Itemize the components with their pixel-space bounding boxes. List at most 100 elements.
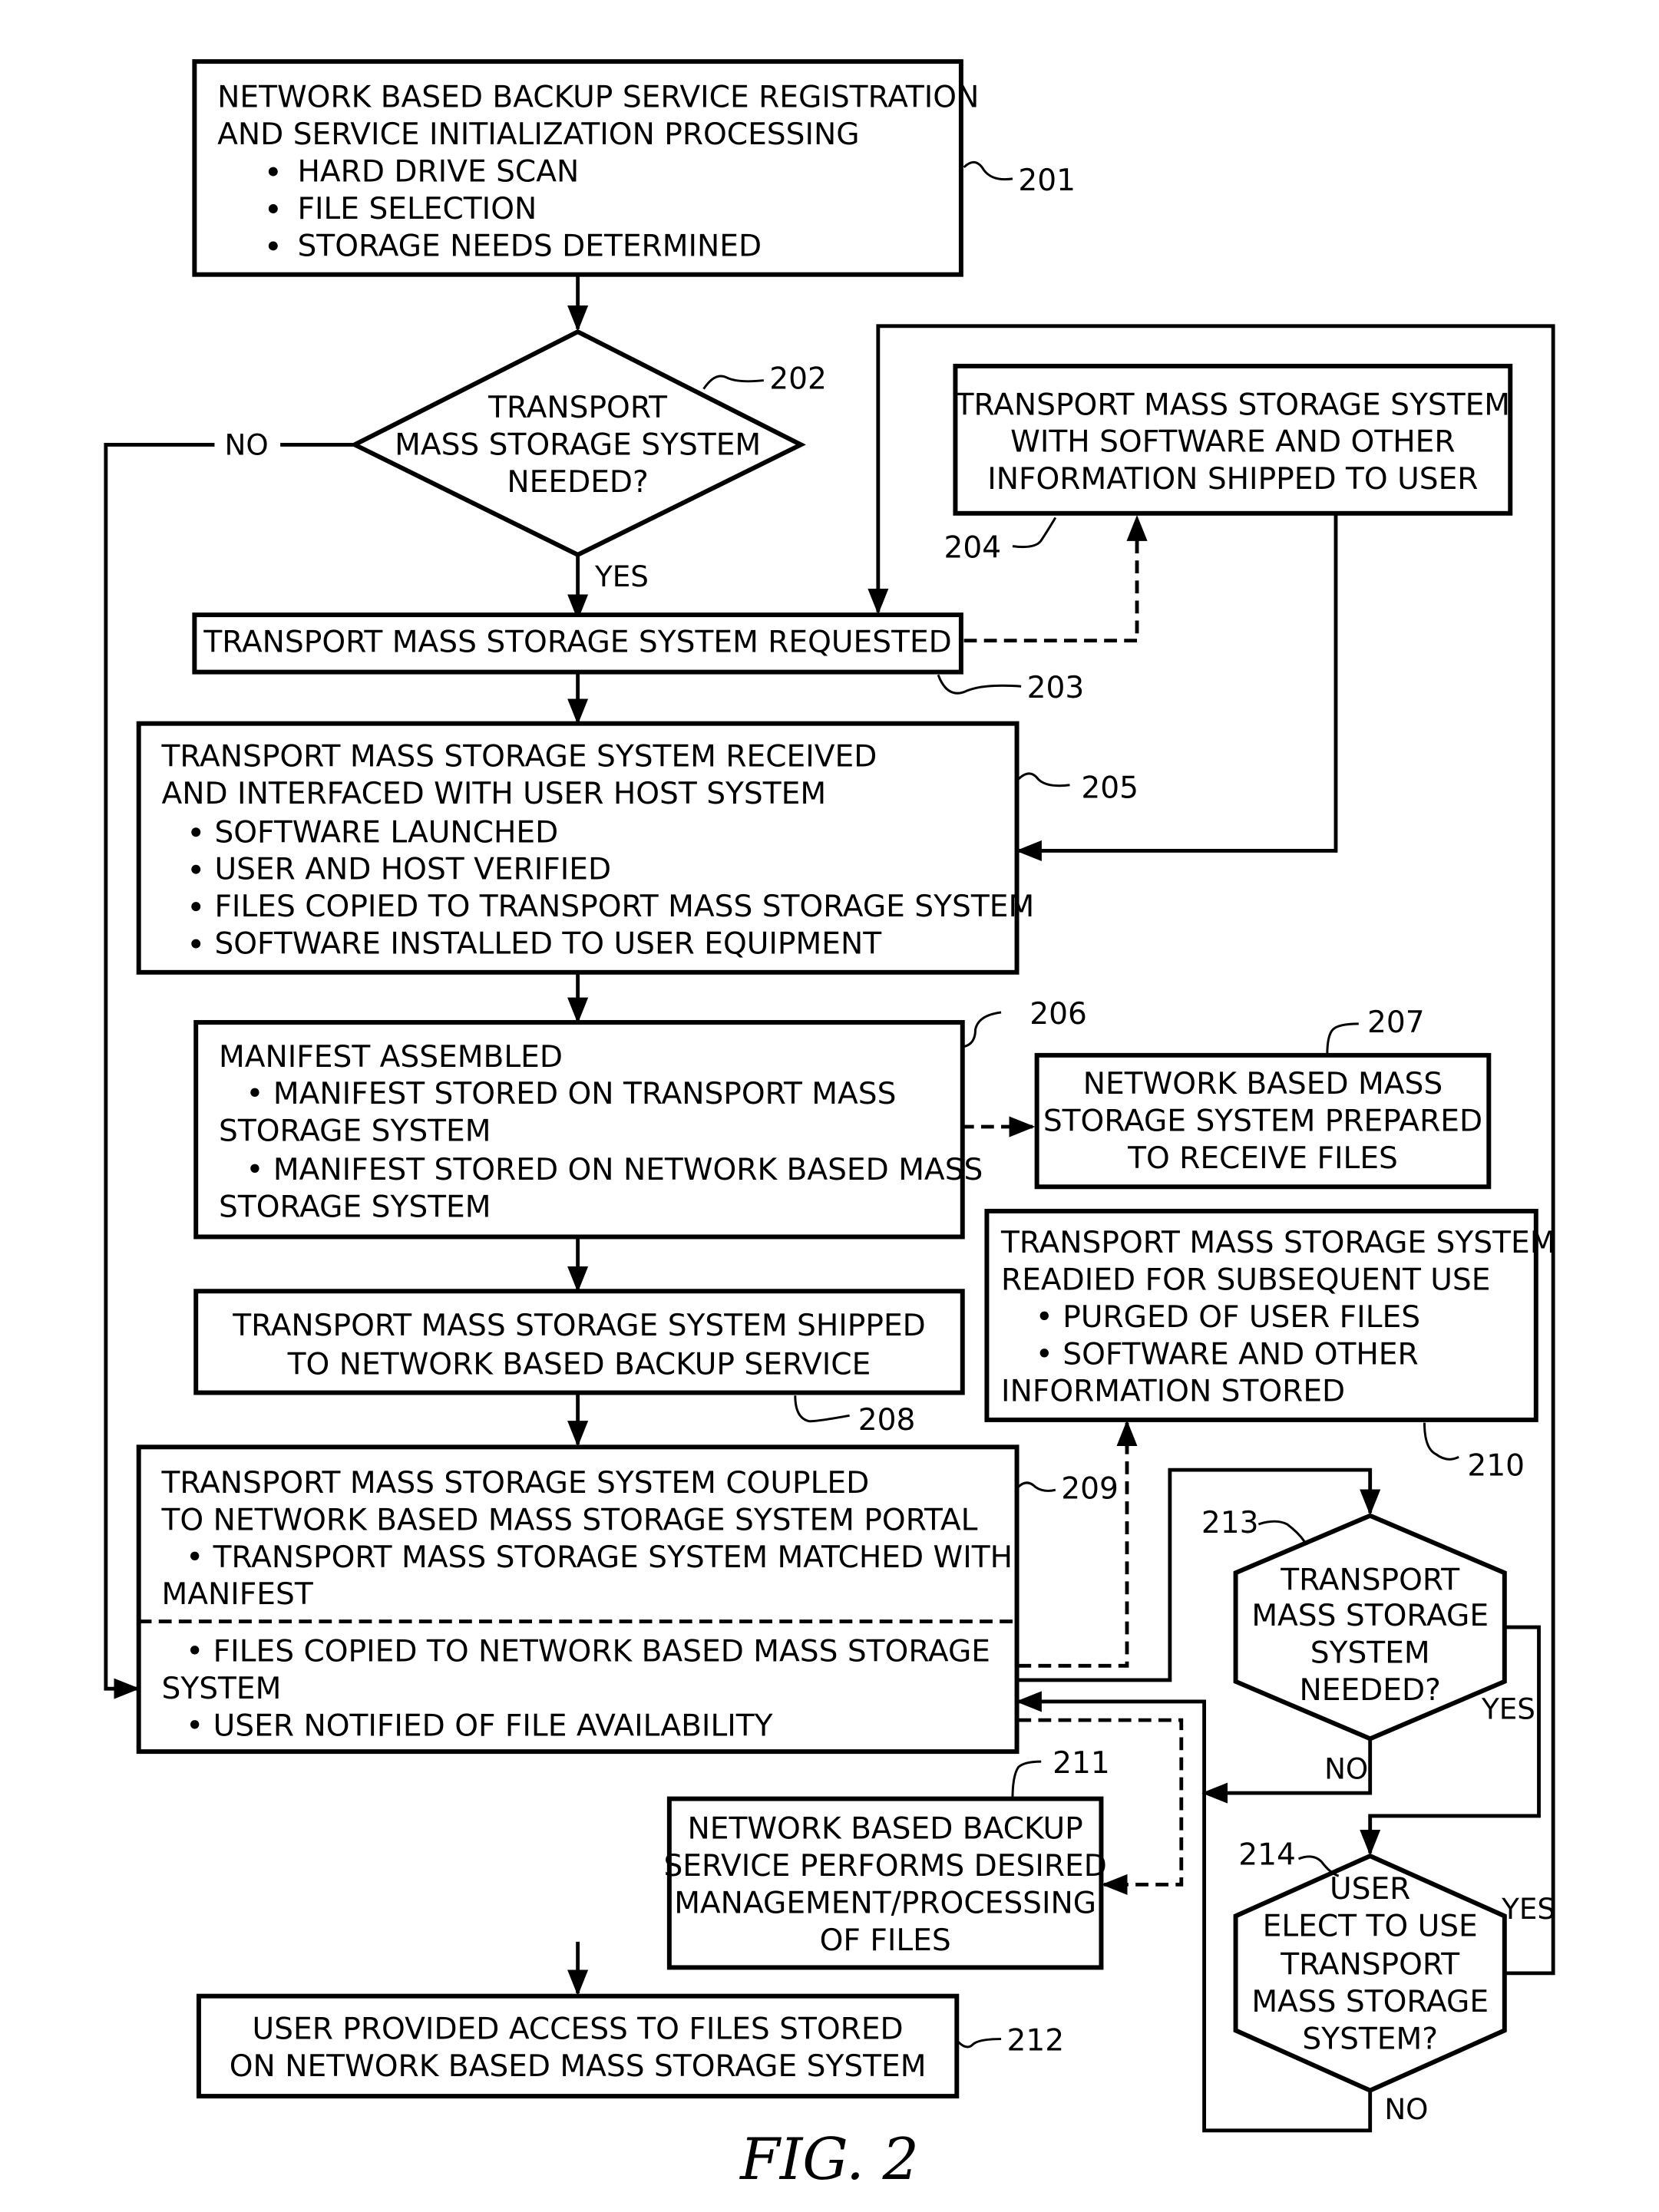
node-213-ref: 213 [1201, 1506, 1259, 1540]
node-209: TRANSPORT MASS STORAGE SYSTEM COUPLED TO… [136, 1444, 1119, 1755]
node-207-ref: 207 [1367, 1005, 1425, 1040]
node-204-ref: 204 [944, 531, 1002, 566]
node-213-line: TRANSPORT [1280, 1563, 1459, 1598]
node-212-line: USER PROVIDED ACCESS TO FILES STORED [253, 2012, 904, 2047]
node-207-line: NETWORK BASED MASS [1083, 1067, 1443, 1101]
node-205-bullet: FILES COPIED TO TRANSPORT MASS STORAGE S… [214, 890, 1034, 924]
node-214-line: ELECT TO USE [1263, 1909, 1478, 1943]
ref-leader [1423, 1422, 1459, 1461]
node-206-line: STORAGE SYSTEM [219, 1190, 491, 1224]
node-211-line: MANAGEMENT/PROCESSING [674, 1887, 1096, 1921]
node-205-ref: 205 [1081, 771, 1138, 806]
node-210-ref: 210 [1467, 1449, 1525, 1484]
node-201-title-1: NETWORK BASED BACKUP SERVICE REGISTRATIO… [217, 81, 979, 115]
ref-leader [963, 1011, 1002, 1048]
node-214-no-label: NO [1384, 2092, 1428, 2126]
connector-209-210-dashed [1018, 1420, 1138, 1668]
ref-leader [1326, 1022, 1359, 1055]
node-213-line: MASS STORAGE [1251, 1599, 1489, 1633]
node-205-title: AND INTERFACED WITH USER HOST SYSTEM [162, 777, 827, 811]
node-204-line: TRANSPORT MASS STORAGE SYSTEM [955, 388, 1510, 422]
node-203-ref: 203 [1027, 671, 1085, 705]
bullet-icon [268, 241, 278, 251]
node-214-line: TRANSPORT [1280, 1948, 1459, 1983]
node-206-line: • MANIFEST STORED ON TRANSPORT MASS [246, 1077, 896, 1111]
node-207: NETWORK BASED MASS STORAGE SYSTEM PREPAR… [1034, 1005, 1492, 1190]
node-202-no-label: NO [224, 428, 268, 461]
node-203-text: TRANSPORT MASS STORAGE SYSTEM REQUESTED [203, 626, 951, 660]
node-201-bullet: FILE SELECTION [297, 192, 537, 226]
ref-leader [937, 674, 1022, 695]
node-210-line: • PURGED OF USER FILES [1036, 1300, 1420, 1335]
node-206: MANIFEST ASSEMBLED • MANIFEST STORED ON … [193, 997, 1087, 1240]
ref-leader [1012, 517, 1057, 549]
node-205-bullet: USER AND HOST VERIFIED [214, 853, 611, 887]
node-205: TRANSPORT MASS STORAGE SYSTEM RECEIVED A… [136, 721, 1138, 975]
node-209-upper: TRANSPORT MASS STORAGE SYSTEM COUPLED [161, 1466, 870, 1501]
node-212: USER PROVIDED ACCESS TO FILES STORED ON … [196, 1993, 1065, 2099]
node-209-upper: • TRANSPORT MASS STORAGE SYSTEM MATCHED … [186, 1540, 1013, 1575]
node-208-ref: 208 [858, 1403, 916, 1438]
node-204: TRANSPORT MASS STORAGE SYSTEM WITH SOFTW… [944, 363, 1513, 566]
node-212-line: ON NETWORK BASED MASS STORAGE SYSTEM [230, 2049, 927, 2084]
node-211-line: NETWORK BASED BACKUP [688, 1812, 1083, 1847]
node-201-ref: 201 [1018, 163, 1076, 198]
node-214-line: USER [1330, 1872, 1410, 1907]
node-208-line: TO NETWORK BASED BACKUP SERVICE [287, 1347, 871, 1382]
node-202-ref: 202 [769, 362, 827, 397]
bullet-icon [268, 167, 278, 177]
node-211-ref: 211 [1053, 1746, 1110, 1781]
node-211-line: OF FILES [820, 1923, 951, 1958]
node-201: NETWORK BASED BACKUP SERVICE REGISTRATIO… [192, 59, 1076, 277]
node-214-ref: 214 [1238, 1837, 1296, 1872]
ref-leader [1297, 1855, 1340, 1877]
node-205-bullet: SOFTWARE LAUNCHED [214, 815, 558, 850]
figure-label: FIG. 2 [739, 2126, 919, 2193]
node-203: TRANSPORT MASS STORAGE SYSTEM REQUESTED … [192, 612, 1085, 705]
node-210-line: READIED FOR SUBSEQUENT USE [1001, 1263, 1490, 1297]
ref-leader [1011, 1760, 1042, 1799]
ref-leader [1017, 772, 1070, 787]
node-202-line: NEEDED? [507, 465, 648, 500]
node-212-ref: 212 [1007, 2023, 1065, 2058]
node-209-lower: • FILES COPIED TO NETWORK BASED MASS STO… [186, 1635, 990, 1669]
node-213-no-label: NO [1324, 1752, 1368, 1786]
node-207-line: TO RECEIVE FILES [1127, 1141, 1398, 1176]
node-210-line: • SOFTWARE AND OTHER [1036, 1337, 1419, 1372]
node-204-line: INFORMATION SHIPPED TO USER [987, 462, 1478, 497]
ref-leader [794, 1395, 850, 1423]
node-202-line: TRANSPORT [487, 391, 667, 425]
node-209-ref: 209 [1061, 1471, 1119, 1506]
ref-leader [1017, 1481, 1056, 1492]
node-210: TRANSPORT MASS STORAGE SYSTEM READIED FO… [984, 1208, 1555, 1484]
bullet-icon [191, 902, 201, 912]
node-211-line: SERVICE PERFORMS DESIRED [663, 1849, 1106, 1884]
ref-leader [957, 2038, 1002, 2049]
node-201-bullet: HARD DRIVE SCAN [297, 155, 579, 190]
node-209-upper: TO NETWORK BASED MASS STORAGE SYSTEM POR… [161, 1503, 978, 1537]
flowchart: NETWORK BASED BACKUP SERVICE REGISTRATIO… [104, 59, 1555, 2193]
node-202: TRANSPORT MASS STORAGE SYSTEM NEEDED? NO… [224, 328, 827, 593]
ref-leader [963, 160, 1013, 181]
node-204-line: WITH SOFTWARE AND OTHER [1010, 425, 1455, 460]
node-201-bullet: STORAGE NEEDS DETERMINED [297, 229, 762, 263]
bullet-icon [191, 827, 201, 837]
node-206-ref: 206 [1029, 997, 1087, 1032]
node-206-line: • MANIFEST STORED ON NETWORK BASED MASS [246, 1153, 983, 1187]
node-205-title: TRANSPORT MASS STORAGE SYSTEM RECEIVED [161, 740, 877, 774]
node-214-yes-label: YES [1501, 1892, 1555, 1926]
node-210-line: TRANSPORT MASS STORAGE SYSTEM [1000, 1226, 1555, 1260]
node-202-yes-label: YES [594, 560, 649, 593]
ref-leader [1257, 1520, 1306, 1543]
node-202-line: MASS STORAGE SYSTEM [395, 428, 761, 462]
node-214-line: SYSTEM? [1302, 2022, 1438, 2057]
node-209-upper: MANIFEST [162, 1577, 313, 1612]
node-213-line: NEEDED? [1299, 1673, 1440, 1708]
node-211: NETWORK BASED BACKUP SERVICE PERFORMS DE… [663, 1746, 1110, 1970]
node-210-line: INFORMATION STORED [1001, 1375, 1345, 1409]
bullet-icon [191, 939, 201, 949]
node-206-line: MANIFEST ASSEMBLED [219, 1040, 563, 1075]
bullet-icon [191, 864, 201, 874]
node-213-line: SYSTEM [1310, 1636, 1430, 1671]
node-206-line: STORAGE SYSTEM [219, 1114, 491, 1149]
